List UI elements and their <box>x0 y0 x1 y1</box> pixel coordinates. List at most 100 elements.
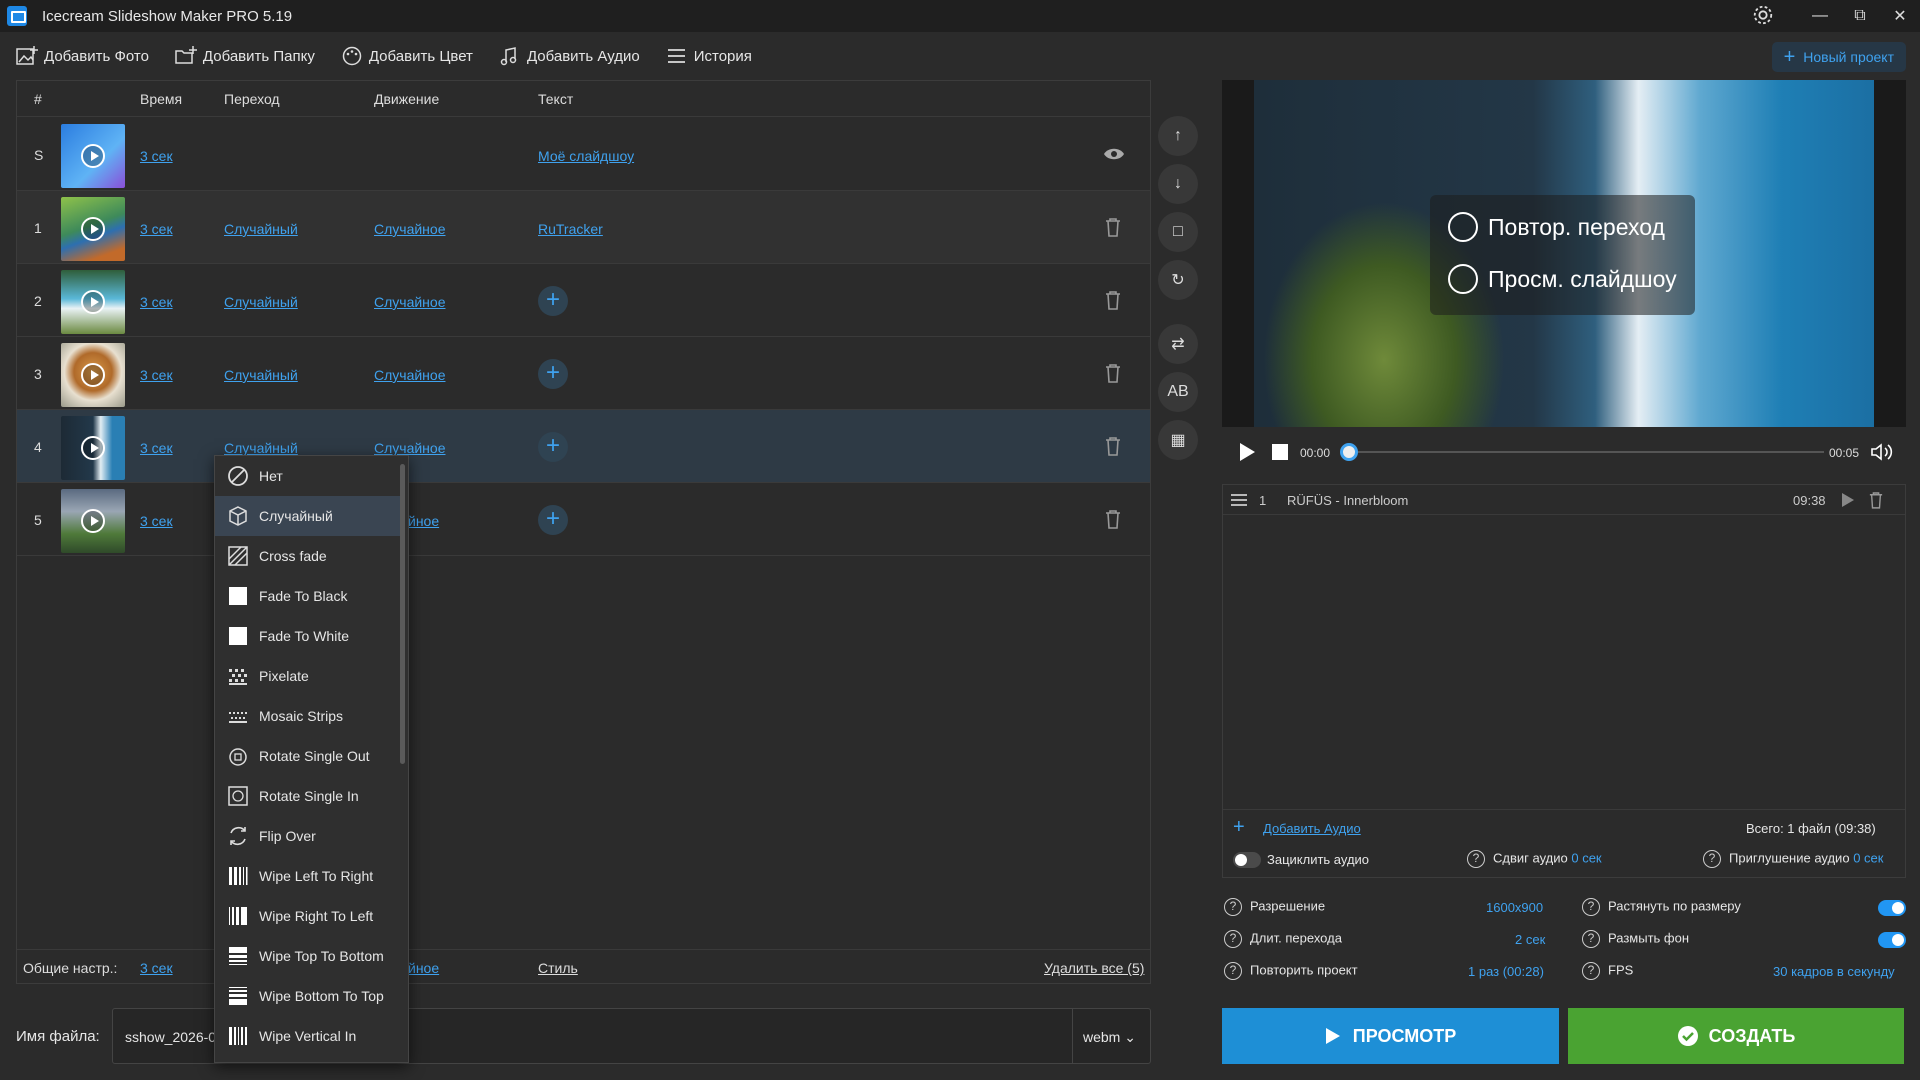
table-row[interactable]: 3 3 сек Случайный Случайное + <box>17 337 1150 410</box>
style-link[interactable]: Стиль <box>538 960 578 976</box>
transition-option[interactable]: Fade To White <box>215 616 405 656</box>
trash-icon[interactable] <box>1105 363 1121 383</box>
time-link[interactable]: 3 сек <box>140 367 173 383</box>
seek-bar[interactable] <box>1352 451 1824 453</box>
time-link[interactable]: 3 сек <box>140 513 173 529</box>
transition-option[interactable]: Pixelate <box>215 656 405 696</box>
drag-handle-icon[interactable] <box>1231 493 1247 507</box>
help-icon[interactable]: ? <box>1467 850 1485 868</box>
help-icon[interactable]: ? <box>1703 850 1721 868</box>
new-project-button[interactable]: + Новый проект <box>1771 42 1906 72</box>
text-link[interactable]: Моё слайдшоу <box>538 148 634 164</box>
transition-link[interactable]: Случайный <box>224 221 298 237</box>
help-icon[interactable]: ? <box>1224 930 1242 948</box>
table-row-selected[interactable]: 4 3 сек Случайный Случайное + <box>17 410 1150 483</box>
minimize-icon[interactable]: — <box>1800 7 1840 25</box>
preview-button[interactable]: ПРОСМОТР <box>1222 1008 1559 1064</box>
add-color-button[interactable]: Добавить Цвет <box>341 46 473 66</box>
transition-option[interactable]: Cross fade <box>215 536 405 576</box>
resolution-value[interactable]: 1600x900 <box>1486 900 1543 915</box>
motion-link[interactable]: Случайное <box>374 294 445 310</box>
shuffle-button[interactable]: ⇄ <box>1158 324 1198 364</box>
rotate-button[interactable]: ↻ <box>1158 260 1198 300</box>
trash-icon[interactable] <box>1105 509 1121 529</box>
play-icon[interactable] <box>1238 442 1256 462</box>
settings-gear-icon[interactable] <box>1752 4 1774 26</box>
slide-thumbnail[interactable] <box>61 124 125 188</box>
transition-option[interactable]: Wipe Left To Right <box>215 856 405 896</box>
play-icon[interactable] <box>81 290 105 314</box>
add-audio-plus-icon[interactable]: + <box>1233 816 1245 839</box>
motion-link[interactable]: Случайное <box>374 221 445 237</box>
motion-link[interactable]: Случайное <box>374 440 445 456</box>
play-icon[interactable] <box>81 509 105 533</box>
transition-option-selected[interactable]: Случайный <box>215 496 405 536</box>
table-row[interactable]: 1 3 сек Случайный Случайное RuTracker <box>17 191 1150 264</box>
slide-thumbnail[interactable] <box>61 416 125 480</box>
help-icon[interactable]: ? <box>1582 962 1600 980</box>
motion-link[interactable]: Случайное <box>374 367 445 383</box>
stop-icon[interactable] <box>1272 444 1288 460</box>
transition-link[interactable]: Случайный <box>224 367 298 383</box>
transition-option[interactable]: Fade To Black <box>215 576 405 616</box>
help-icon[interactable]: ? <box>1224 898 1242 916</box>
transition-option[interactable]: Rotate Single In <box>215 776 405 816</box>
calendar-button[interactable]: ▦ <box>1158 420 1198 460</box>
text-link[interactable]: RuTracker <box>538 221 603 237</box>
audio-track-row[interactable]: 1 RÜFÜS - Innerbloom 09:38 <box>1223 485 1905 515</box>
transition-option[interactable]: Mosaic Strips <box>215 696 405 736</box>
transition-option[interactable]: Wipe Vertical In <box>215 1016 405 1056</box>
trash-icon[interactable] <box>1105 436 1121 456</box>
transition-option[interactable]: Wipe Top To Bottom <box>215 936 405 976</box>
motion-link[interactable]: йное <box>408 513 439 529</box>
table-row[interactable]: S 3 сек Моё слайдшоу <box>17 118 1150 191</box>
slide-thumbnail[interactable] <box>61 197 125 261</box>
play-icon[interactable] <box>81 217 105 241</box>
help-icon[interactable]: ? <box>1582 898 1600 916</box>
help-icon[interactable]: ? <box>1582 930 1600 948</box>
add-audio-link[interactable]: Добавить Аудио <box>1263 821 1361 836</box>
time-link[interactable]: 3 сек <box>140 294 173 310</box>
transition-option[interactable]: Нет <box>215 456 405 496</box>
repeat-value[interactable]: 1 раз (00:28) <box>1468 964 1544 979</box>
fps-value[interactable]: 30 кадров в секунду <box>1773 964 1895 979</box>
help-icon[interactable]: ? <box>1224 962 1242 980</box>
delete-all-link[interactable]: Удалить все (5) <box>1044 960 1144 976</box>
fade-value[interactable]: 0 сек <box>1853 850 1883 865</box>
seek-handle[interactable] <box>1340 443 1358 461</box>
trash-icon[interactable] <box>1105 290 1121 310</box>
move-down-button[interactable]: ↓ <box>1158 164 1198 204</box>
loop-audio-toggle[interactable] <box>1233 852 1261 868</box>
create-button[interactable]: СОЗДАТЬ <box>1568 1008 1904 1064</box>
eye-icon[interactable] <box>1103 147 1125 161</box>
transition-length-value[interactable]: 2 сек <box>1515 932 1545 947</box>
add-text-button[interactable]: + <box>538 359 568 389</box>
transition-link[interactable]: Случайный <box>224 294 298 310</box>
add-photo-button[interactable]: Добавить Фото <box>16 46 149 66</box>
view-slideshow-button[interactable]: Просм. слайдшоу <box>1448 264 1677 294</box>
table-row[interactable]: 2 3 сек Случайный Случайное + <box>17 264 1150 337</box>
transition-option[interactable]: Rotate Single Out <box>215 736 405 776</box>
add-text-button[interactable]: + <box>538 505 568 535</box>
time-link[interactable]: 3 сек <box>140 440 173 456</box>
add-text-button[interactable]: + <box>538 432 568 462</box>
table-row[interactable]: 5 3 сек йное + <box>17 483 1150 556</box>
time-link[interactable]: 3 сек <box>140 221 173 237</box>
restore-icon[interactable]: ⧉ <box>1840 7 1880 25</box>
trash-icon[interactable] <box>1105 217 1121 237</box>
slide-thumbnail[interactable] <box>61 270 125 334</box>
volume-icon[interactable] <box>1870 442 1894 462</box>
repeat-transition-button[interactable]: Повтор. переход <box>1448 212 1665 242</box>
add-text-button[interactable]: + <box>538 286 568 316</box>
track-play-icon[interactable] <box>1841 492 1855 508</box>
play-icon[interactable] <box>81 363 105 387</box>
text-ab-button[interactable]: AB <box>1158 372 1198 412</box>
time-link[interactable]: 3 сек <box>140 148 173 164</box>
history-button[interactable]: История <box>666 46 752 66</box>
transition-option[interactable]: Wipe Bottom To Top <box>215 976 405 1016</box>
play-icon[interactable] <box>81 436 105 460</box>
transition-link[interactable]: Случайный <box>224 440 298 456</box>
play-icon[interactable] <box>81 144 105 168</box>
shift-value[interactable]: 0 сек <box>1571 850 1601 865</box>
blur-toggle[interactable] <box>1878 932 1906 948</box>
